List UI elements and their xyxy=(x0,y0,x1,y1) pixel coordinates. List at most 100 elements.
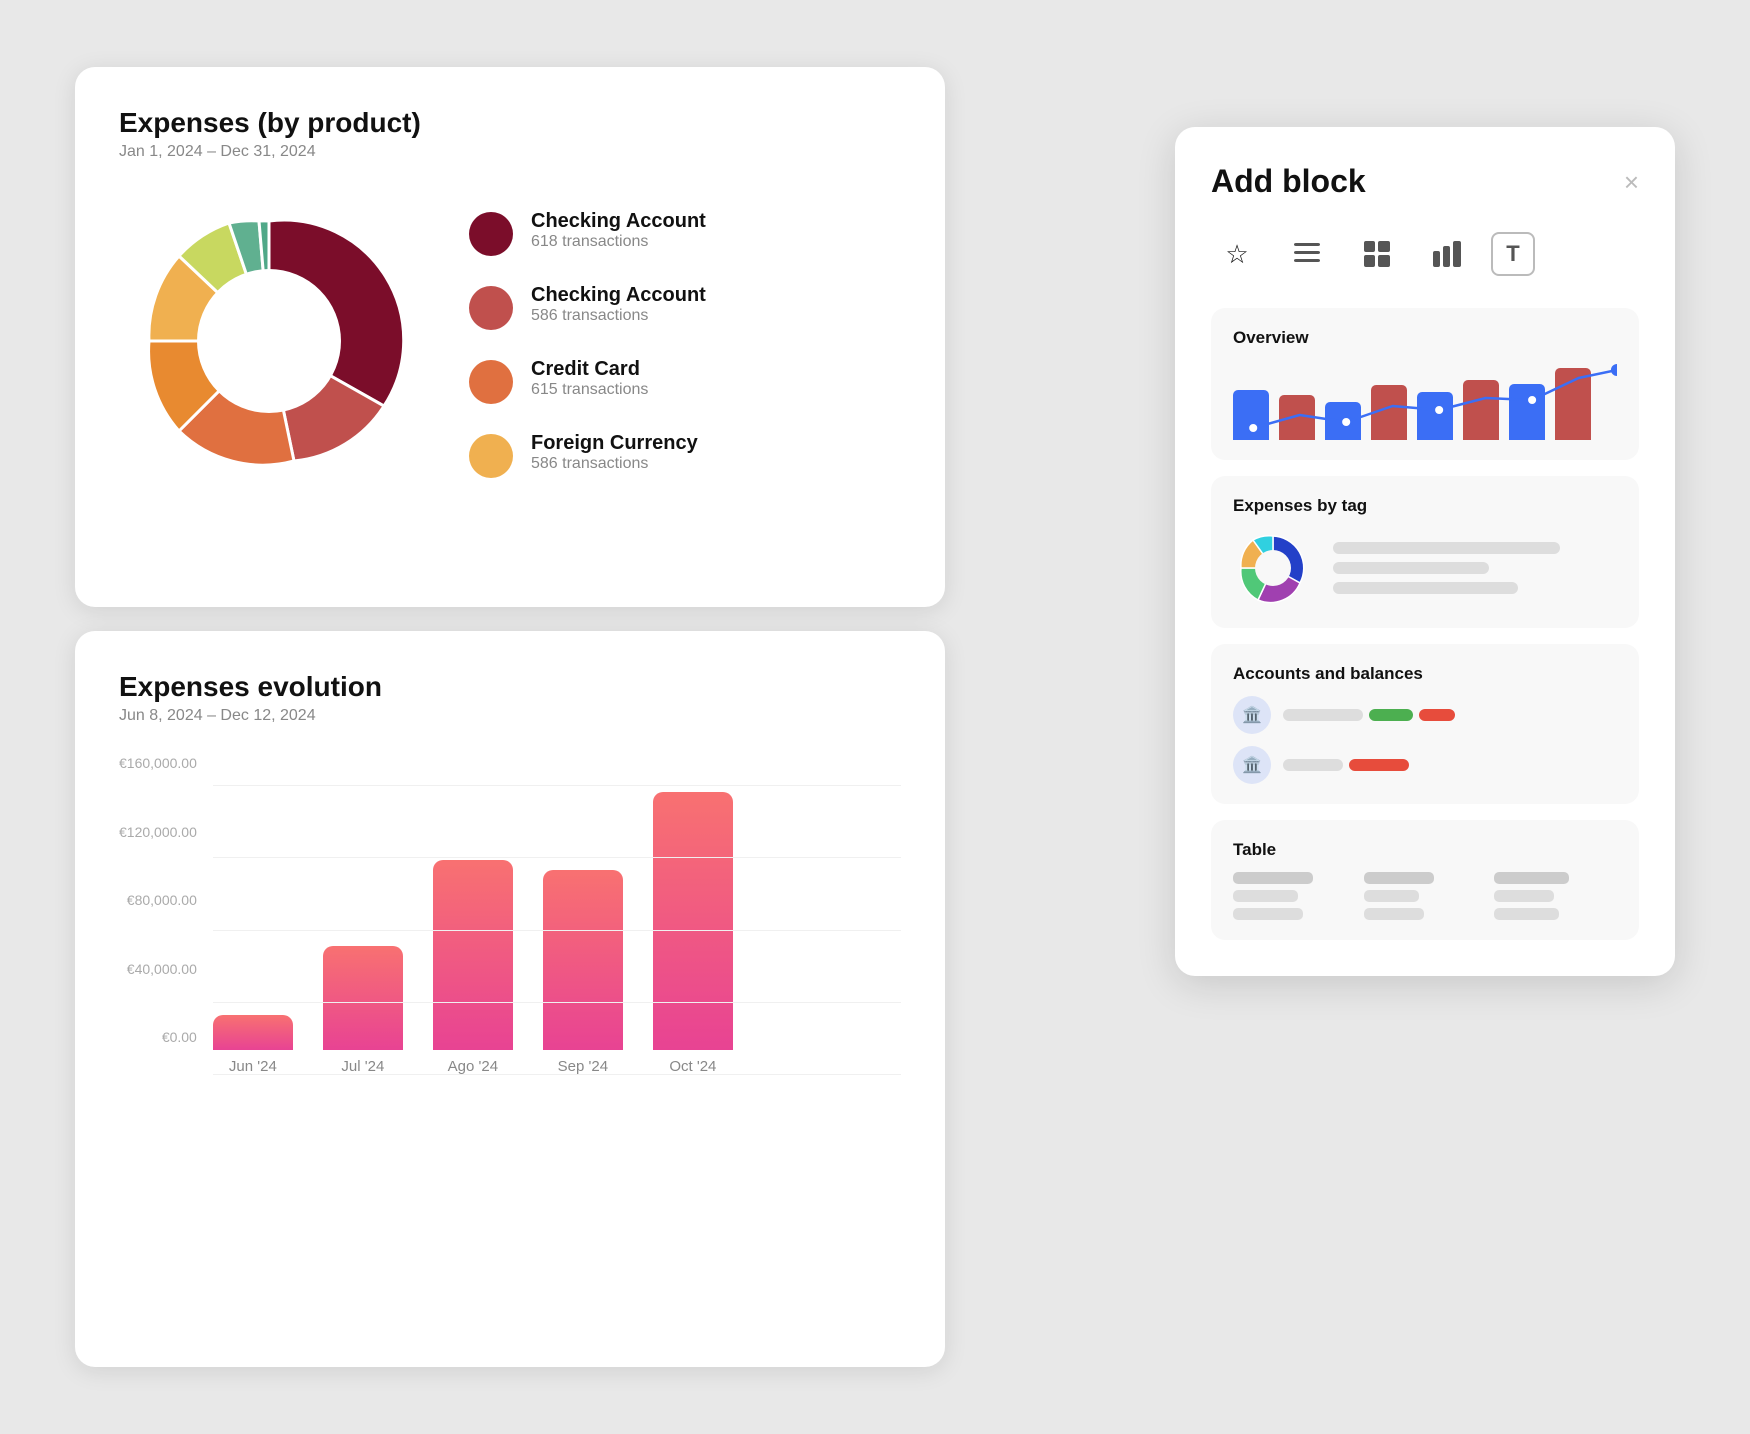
overview-card[interactable]: Overview xyxy=(1211,308,1639,460)
bar-sep xyxy=(543,870,623,1050)
legend-count-checking1: 618 transactions xyxy=(531,233,706,251)
legend-label-checking2: Checking Account xyxy=(531,284,706,307)
panel1-title: Expenses (by product) xyxy=(119,107,901,139)
tag-legend-bar-2 xyxy=(1333,562,1489,574)
table-card-title: Table xyxy=(1233,840,1617,860)
legend-label-checking1: Checking Account xyxy=(531,210,706,233)
x-label-ago: Ago '24 xyxy=(448,1058,498,1075)
table-mini xyxy=(1233,872,1617,920)
bar-group-ago: Ago '24 xyxy=(433,860,513,1075)
x-label-sep: Sep '24 xyxy=(558,1058,608,1075)
panel1-subtitle: Jan 1, 2024 – Dec 31, 2024 xyxy=(119,143,901,161)
legend-label-foreign: Foreign Currency xyxy=(531,432,698,455)
x-label-jun: Jun '24 xyxy=(229,1058,277,1075)
table-header-1 xyxy=(1233,872,1313,884)
acct-bar-gray-2 xyxy=(1283,759,1343,771)
bar-group-jul: Jul '24 xyxy=(323,946,403,1075)
legend-count-foreign: 586 transactions xyxy=(531,455,698,473)
bar-chart-icon[interactable] xyxy=(1421,228,1473,280)
bar-group-sep: Sep '24 xyxy=(543,870,623,1075)
table-cell-3-1 xyxy=(1494,890,1554,902)
favorites-icon[interactable]: ☆ xyxy=(1211,228,1263,280)
x-label-jul: Jul '24 xyxy=(341,1058,384,1075)
tag-legend-bar-1 xyxy=(1333,542,1560,554)
legend-item-checking2: Checking Account 586 transactions xyxy=(469,284,901,330)
tag-chart-row xyxy=(1233,528,1617,608)
grid-icon[interactable] xyxy=(1351,228,1403,280)
legend-item-credit: Credit Card 615 transactions xyxy=(469,358,901,404)
expenses-by-tag-card[interactable]: Expenses by tag xyxy=(1211,476,1639,628)
table-card[interactable]: Table xyxy=(1211,820,1639,940)
add-block-header: Add block × xyxy=(1211,163,1639,200)
expenses-by-product-panel: Expenses (by product) Jan 1, 2024 – Dec … xyxy=(75,67,945,607)
table-cell-2-1 xyxy=(1364,890,1419,902)
add-block-panel: Add block × ☆ xyxy=(1175,127,1675,976)
bar-ago xyxy=(433,860,513,1050)
block-cards: Overview xyxy=(1211,308,1639,940)
add-block-title: Add block xyxy=(1211,163,1366,200)
main-container: Expenses (by product) Jan 1, 2024 – Dec … xyxy=(75,67,1675,1367)
legend-dot-credit xyxy=(469,360,513,404)
overview-line-svg xyxy=(1233,360,1617,440)
acct-bar-gray-1 xyxy=(1283,709,1363,721)
account-row-2: 🏛️ xyxy=(1233,746,1617,784)
bar-group-oct: Oct '24 xyxy=(653,792,733,1075)
y-label-0: €0.00 xyxy=(119,1029,197,1045)
expenses-by-tag-title: Expenses by tag xyxy=(1233,496,1617,516)
legend-dot-foreign xyxy=(469,434,513,478)
legend-count-credit: 615 transactions xyxy=(531,381,648,399)
bar-oct xyxy=(653,792,733,1050)
legend-count-checking2: 586 transactions xyxy=(531,307,706,325)
bar-jul xyxy=(323,946,403,1050)
account-bars-1 xyxy=(1283,709,1617,721)
chart-legend: Checking Account 618 transactions Checki… xyxy=(469,210,901,478)
account-icon-2: 🏛️ xyxy=(1233,746,1271,784)
x-label-oct: Oct '24 xyxy=(669,1058,716,1075)
table-cell-2-2 xyxy=(1364,908,1424,920)
legend-dot-checking2 xyxy=(469,286,513,330)
y-axis: €160,000.00 €120,000.00 €80,000.00 €40,0… xyxy=(119,755,197,1075)
accounts-balances-card[interactable]: Accounts and balances 🏛️ 🏛️ xyxy=(1211,644,1639,804)
table-cell-3-2 xyxy=(1494,908,1559,920)
text-icon[interactable]: T xyxy=(1491,232,1535,276)
account-bars-2 xyxy=(1283,759,1617,771)
donut-content: Checking Account 618 transactions Checki… xyxy=(119,191,901,496)
grid-line xyxy=(213,785,901,786)
legend-item-foreign: Foreign Currency 586 transactions xyxy=(469,432,901,478)
accounts-list: 🏛️ 🏛️ xyxy=(1233,696,1617,784)
accounts-balances-title: Accounts and balances xyxy=(1233,664,1617,684)
grid-line xyxy=(213,857,901,858)
table-header-2 xyxy=(1364,872,1434,884)
y-label-160k: €160,000.00 xyxy=(119,755,197,771)
acct-bar-green-1 xyxy=(1369,709,1413,721)
overview-card-title: Overview xyxy=(1233,328,1617,348)
bar-jun xyxy=(213,1015,293,1050)
y-label-40k: €40,000.00 xyxy=(119,961,197,977)
table-col-1 xyxy=(1233,872,1356,920)
overview-mini-chart xyxy=(1233,360,1617,440)
tag-donut-chart xyxy=(1233,528,1313,608)
y-label-80k: €80,000.00 xyxy=(119,892,197,908)
block-type-icons: ☆ xyxy=(1211,228,1639,280)
panel2-subtitle: Jun 8, 2024 – Dec 12, 2024 xyxy=(119,707,901,725)
account-icon-1: 🏛️ xyxy=(1233,696,1271,734)
legend-dot-checking1 xyxy=(469,212,513,256)
table-col-3 xyxy=(1494,872,1617,920)
acct-bar-red-2 xyxy=(1349,759,1409,771)
legend-item-checking1: Checking Account 618 transactions xyxy=(469,210,901,256)
acct-bar-red-1 xyxy=(1419,709,1455,721)
table-header-3 xyxy=(1494,872,1569,884)
table-cell-1-1 xyxy=(1233,890,1298,902)
bar-group-jun: Jun '24 xyxy=(213,1015,293,1075)
donut-chart xyxy=(119,191,419,496)
left-panels: Expenses (by product) Jan 1, 2024 – Dec … xyxy=(75,67,945,1367)
account-row-1: 🏛️ xyxy=(1233,696,1617,734)
table-cell-1-2 xyxy=(1233,908,1303,920)
close-button[interactable]: × xyxy=(1624,169,1639,195)
expenses-evolution-panel: Expenses evolution Jun 8, 2024 – Dec 12,… xyxy=(75,631,945,1367)
panel2-title: Expenses evolution xyxy=(119,671,901,703)
tag-legend xyxy=(1333,542,1617,594)
y-label-120k: €120,000.00 xyxy=(119,824,197,840)
list-icon[interactable] xyxy=(1281,228,1333,280)
table-col-2 xyxy=(1364,872,1487,920)
